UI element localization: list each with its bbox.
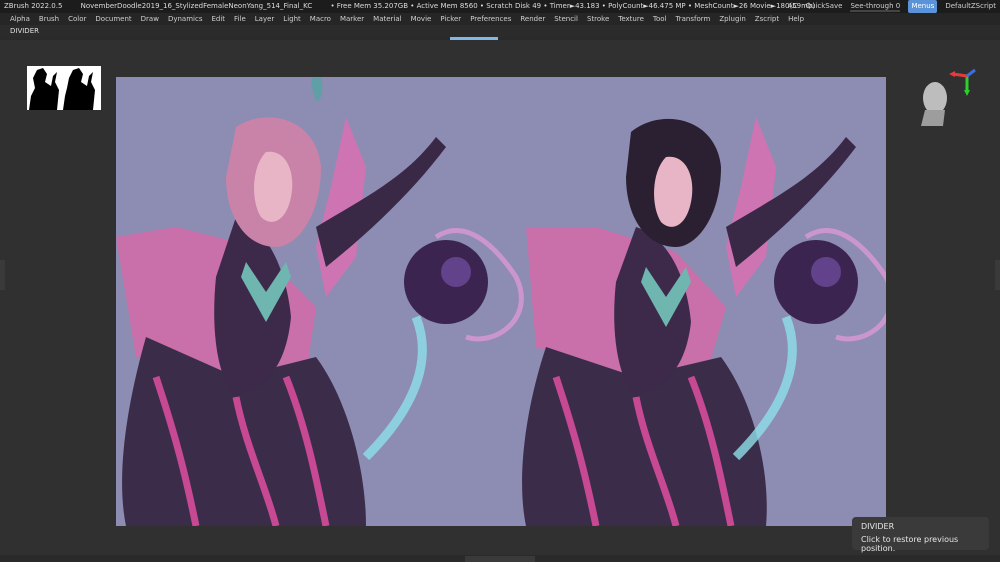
menu-macro[interactable]: Macro (310, 13, 331, 25)
memory-stats: • Free Mem 35.207GB • Active Mem 8560 • … (330, 2, 816, 10)
divider-label: DIVIDER (10, 27, 39, 35)
menu-color[interactable]: Color (68, 13, 86, 25)
app-title: ZBrush 2022.0.5 (4, 2, 63, 10)
default-zscript-button[interactable]: DefaultZScript (945, 0, 996, 13)
menu-light[interactable]: Light (283, 13, 300, 25)
navigator-thumbnail[interactable] (27, 66, 101, 110)
head-gizmo-icon (921, 68, 976, 126)
menus-button[interactable]: Menus (908, 0, 938, 13)
menu-draw[interactable]: Draw (141, 13, 159, 25)
view-gizmo[interactable] (915, 64, 977, 132)
left-tray-handle[interactable] (0, 260, 5, 290)
file-name: NovemberDoodle2019_16_StylizedFemaleNeon… (80, 2, 313, 10)
title-bar: ZBrush 2022.0.5 NovemberDoodle2019_16_St… (0, 0, 1000, 13)
menu-help[interactable]: Help (788, 13, 804, 25)
menu-document[interactable]: Document (95, 13, 131, 25)
tooltip-title: DIVIDER (861, 522, 895, 531)
menu-file[interactable]: File (234, 13, 246, 25)
title-info: ZBrush 2022.0.5 NovemberDoodle2019_16_St… (4, 0, 815, 13)
menu-movie[interactable]: Movie (411, 13, 432, 25)
ac-button[interactable]: AC (788, 0, 798, 13)
menu-stencil[interactable]: Stencil (554, 13, 578, 25)
tooltip-body: Click to restore previous position. (861, 535, 959, 553)
right-tray-handle[interactable] (995, 260, 1000, 290)
menu-dynamics[interactable]: Dynamics (168, 13, 203, 25)
menu-transform[interactable]: Transform (676, 13, 711, 25)
see-through-slider[interactable]: See-through 0 (850, 2, 901, 12)
menu-layer[interactable]: Layer (255, 13, 275, 25)
see-through-track (850, 9, 901, 12)
divider-tooltip: DIVIDER Click to restore previous positi… (852, 517, 989, 553)
title-controls: AC QuickSave See-through 0 Menus Default… (788, 0, 996, 13)
silhouette-preview (27, 66, 101, 110)
render-illustration (116, 77, 886, 526)
menu-picker[interactable]: Picker (440, 13, 461, 25)
menu-alpha[interactable]: Alpha (10, 13, 30, 25)
menu-zscript[interactable]: Zscript (755, 13, 779, 25)
menu-preferences[interactable]: Preferences (470, 13, 511, 25)
menu-marker[interactable]: Marker (340, 13, 364, 25)
menu-stroke[interactable]: Stroke (587, 13, 609, 25)
divider-ribbon: DIVIDER (0, 25, 1000, 40)
menu-texture[interactable]: Texture (618, 13, 644, 25)
menu-material[interactable]: Material (373, 13, 401, 25)
bottom-tray-handle[interactable] (465, 556, 535, 562)
menu-zplugin[interactable]: Zplugin (719, 13, 745, 25)
quicksave-button[interactable]: QuickSave (805, 0, 842, 13)
main-menu-bar: Alpha Brush Color Document Draw Dynamics… (0, 13, 1000, 25)
menu-edit[interactable]: Edit (211, 13, 225, 25)
menu-tool[interactable]: Tool (653, 13, 667, 25)
menu-brush[interactable]: Brush (39, 13, 59, 25)
viewport-canvas[interactable] (116, 77, 886, 526)
menu-render[interactable]: Render (520, 13, 545, 25)
